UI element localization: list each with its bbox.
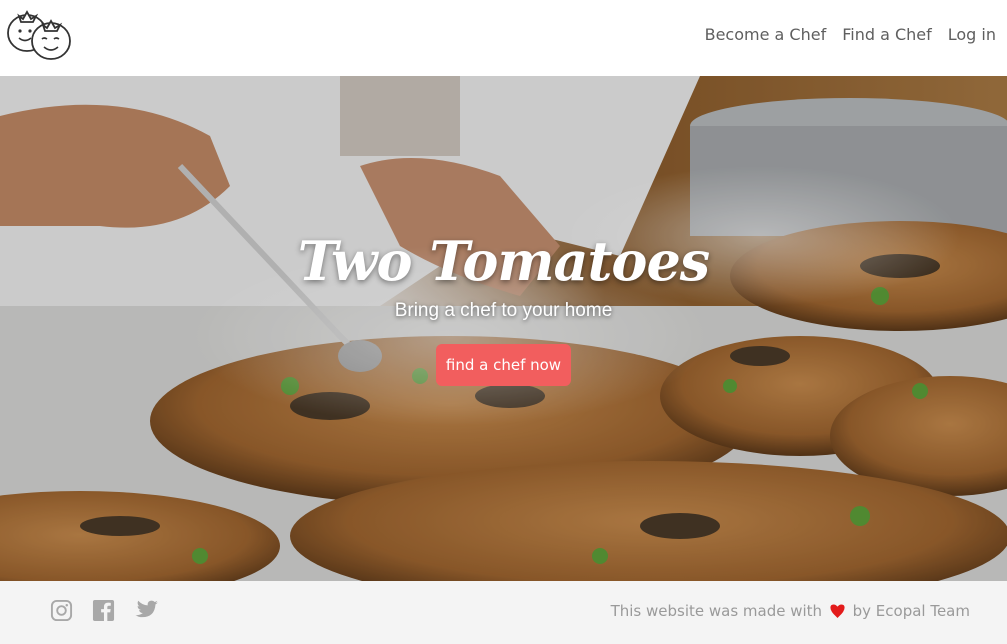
credit-suffix: by Ecopal Team — [852, 602, 970, 620]
main-nav: Become a Chef Find a Chef Log in — [705, 25, 996, 44]
nav-find-a-chef[interactable]: Find a Chef — [842, 25, 932, 44]
hero-section: Two Tomatoes Bring a chef to your home f… — [0, 76, 1007, 581]
nav-become-a-chef[interactable]: Become a Chef — [705, 25, 827, 44]
nav-log-in[interactable]: Log in — [948, 25, 996, 44]
social-links — [50, 599, 158, 622]
site-footer: This website was made with by Ecopal Tea… — [0, 581, 1007, 644]
credit-prefix: This website was made with — [610, 602, 823, 620]
footer-credit: This website was made with by Ecopal Tea… — [611, 602, 970, 622]
instagram-icon[interactable] — [50, 599, 73, 622]
hero-content: Two Tomatoes Bring a chef to your home f… — [0, 226, 1007, 386]
twitter-icon[interactable] — [134, 599, 158, 622]
two-tomatoes-logo[interactable] — [6, 6, 74, 64]
hero-title: Two Tomatoes — [297, 229, 710, 293]
facebook-icon[interactable] — [92, 599, 115, 622]
site-header: Become a Chef Find a Chef Log in — [0, 0, 1007, 76]
hero-subtitle: Bring a chef to your home — [394, 300, 613, 321]
heart-icon — [829, 603, 846, 622]
find-a-chef-now-button[interactable]: find a chef now — [435, 344, 572, 386]
